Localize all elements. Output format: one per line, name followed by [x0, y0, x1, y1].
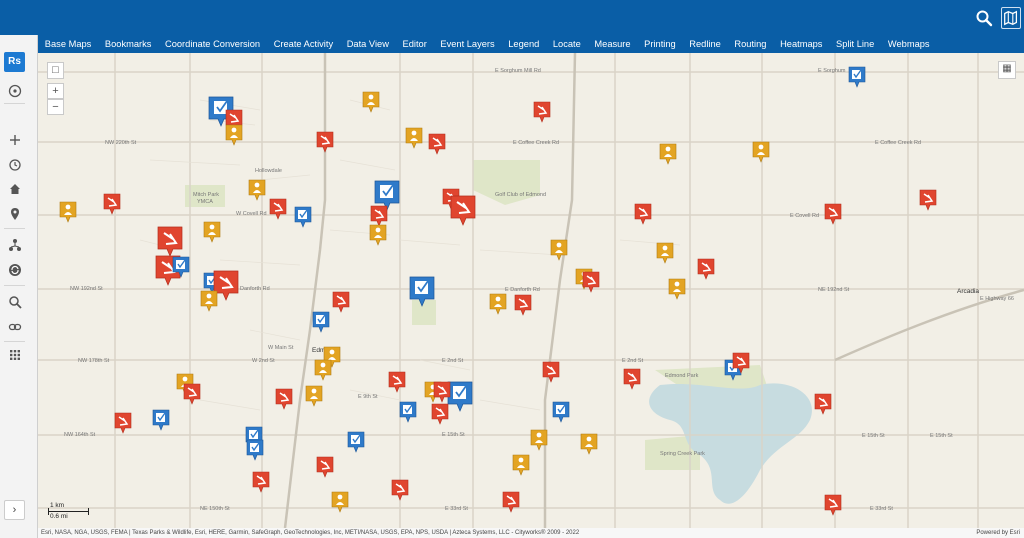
- sidebar-divider: [4, 285, 25, 286]
- top-bar: [0, 0, 1024, 35]
- menu-coordinate-conversion[interactable]: Coordinate Conversion: [158, 39, 267, 49]
- road-label: E Sorghum Mill Rd: [495, 68, 541, 74]
- road-label: E 33rd St: [870, 506, 893, 512]
- road-label: W Main St: [268, 345, 294, 351]
- menu-editor[interactable]: Editor: [396, 39, 434, 49]
- map-label: Hollowdale: [255, 168, 282, 174]
- sidebar-divider: [4, 341, 25, 342]
- map-label: Arcadia: [957, 288, 979, 295]
- zoom-in-button[interactable]: +: [47, 83, 64, 99]
- road-label: NE 150th St: [200, 506, 230, 512]
- attribution-text: Esri, NASA, NGA, USGS, FEMA | Texas Park…: [41, 530, 580, 536]
- sidebar-divider: [4, 103, 25, 104]
- map-view[interactable]: Hollowdale Mitch Park YMCA Golf Club of …: [38, 53, 1024, 528]
- scale-bar: 1 km 0.6 mi: [48, 502, 98, 524]
- powered-by-esri[interactable]: Powered by Esri: [976, 528, 1020, 538]
- search-icon[interactable]: [975, 9, 993, 27]
- road-label: NW 164th St: [64, 432, 96, 438]
- menu-locate[interactable]: Locate: [546, 39, 588, 49]
- menu-redline[interactable]: Redline: [683, 39, 728, 49]
- map-icon: [1004, 10, 1018, 26]
- sidebar-expand-button[interactable]: ›: [4, 500, 25, 520]
- road-label: E Coffee Creek Rd: [513, 140, 559, 146]
- basemap-toggle-button[interactable]: ▦: [998, 61, 1016, 79]
- road-label: E 2nd St: [442, 358, 464, 364]
- menu-printing[interactable]: Printing: [637, 39, 682, 49]
- sidebar-divider: [4, 228, 25, 229]
- menu-split-line[interactable]: Split Line: [829, 39, 881, 49]
- road-label: NE 192nd St: [818, 287, 850, 293]
- tools-menu-bar: Base Maps Bookmarks Coordinate Conversio…: [38, 35, 1024, 53]
- road-label: E 9th St: [358, 394, 378, 400]
- road-label: E Covell Rd: [790, 213, 819, 219]
- map-label: Spring Creek Park: [660, 451, 705, 457]
- road-label: W 2nd St: [252, 358, 275, 364]
- road-label: E Coffee Creek Rd: [875, 140, 921, 146]
- map-view-button[interactable]: [1001, 7, 1021, 29]
- history-icon[interactable]: [8, 158, 22, 172]
- search-icon[interactable]: [8, 295, 22, 309]
- menu-heatmaps[interactable]: Heatmaps: [773, 39, 829, 49]
- menu-create-activity[interactable]: Create Activity: [267, 39, 340, 49]
- sync-icon[interactable]: [8, 263, 22, 277]
- map-label: Golf Club of Edmond: [495, 192, 546, 198]
- link-icon[interactable]: [8, 320, 22, 334]
- road-label: Danforth Rd: [240, 286, 270, 292]
- scale-tick: [48, 508, 49, 515]
- map-label: Edmond Park: [665, 373, 699, 379]
- map-attribution: Esri, NASA, NGA, USGS, FEMA | Texas Park…: [38, 528, 1024, 538]
- map-label: YMCA: [197, 199, 213, 205]
- menu-event-layers[interactable]: Event Layers: [434, 39, 502, 49]
- menu-measure[interactable]: Measure: [588, 39, 638, 49]
- zoom-out-button[interactable]: −: [47, 99, 64, 115]
- menu-base-maps[interactable]: Base Maps: [38, 39, 98, 49]
- road-label: E Sorghum: [818, 68, 846, 74]
- menu-legend[interactable]: Legend: [501, 39, 546, 49]
- basemap: Hollowdale Mitch Park YMCA Golf Club of …: [38, 53, 1024, 528]
- dashboard-icon[interactable]: [8, 84, 22, 98]
- menu-webmaps[interactable]: Webmaps: [881, 39, 936, 49]
- menu-bookmarks[interactable]: Bookmarks: [98, 39, 158, 49]
- scale-mi: 0.6 mi: [50, 513, 68, 520]
- menu-routing[interactable]: Routing: [728, 39, 774, 49]
- scale-line: [48, 511, 88, 512]
- road-label: E 33rd St: [445, 506, 468, 512]
- park-area: [412, 300, 436, 325]
- map-markers[interactable]: [59, 66, 937, 516]
- road-label: E 15th St: [442, 432, 465, 438]
- scale-km: 1 km: [50, 502, 65, 509]
- scale-tick: [88, 508, 89, 515]
- road-label: NW 220th St: [105, 140, 137, 146]
- park-area: [473, 160, 540, 205]
- road-label: W Covell Rd: [236, 211, 267, 217]
- road-label: NW 192nd St: [70, 286, 103, 292]
- road-label: E Highway 66: [980, 296, 1014, 302]
- map-label: Mitch Park: [193, 192, 219, 198]
- road-label: E 15th St: [862, 433, 885, 439]
- road-label: E 2nd St: [622, 358, 644, 364]
- road-label: E Danforth Rd: [505, 287, 540, 293]
- road-label: NW 178th St: [78, 358, 110, 364]
- menu-data-view[interactable]: Data View: [340, 39, 396, 49]
- location-pin-icon[interactable]: [8, 207, 22, 221]
- app-logo[interactable]: Rs: [4, 52, 25, 72]
- grid-icon[interactable]: [8, 348, 22, 362]
- left-sidebar: [0, 35, 38, 538]
- home-icon[interactable]: [8, 182, 22, 196]
- plus-icon[interactable]: [8, 133, 22, 147]
- workflow-icon[interactable]: [8, 238, 22, 252]
- select-box-button[interactable]: □: [47, 62, 64, 79]
- road-label: E 15th St: [930, 433, 953, 439]
